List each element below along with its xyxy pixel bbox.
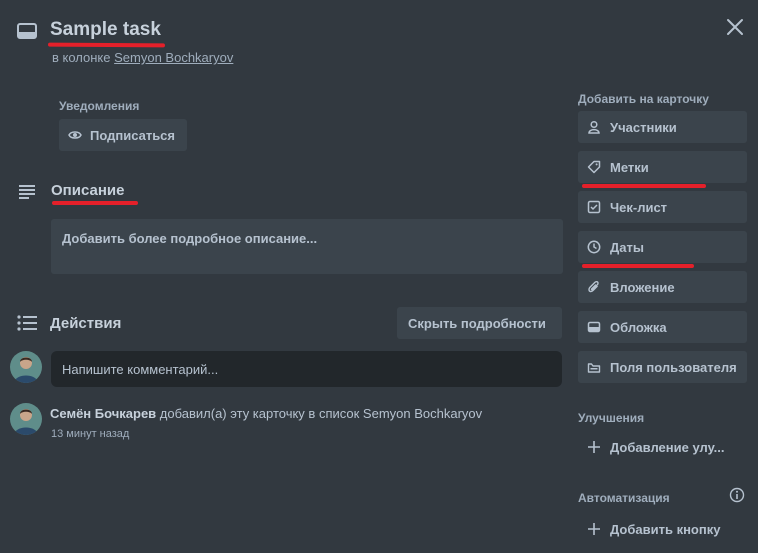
tag-icon	[587, 160, 601, 174]
column-link[interactable]: Semyon Bochkaryov	[114, 50, 233, 65]
add-improvement-button[interactable]: Добавление улу...	[578, 431, 747, 463]
add-button-label: Добавить кнопку	[610, 522, 721, 537]
attachment-label: Вложение	[610, 280, 675, 295]
members-button[interactable]: Участники	[578, 111, 747, 143]
description-annotation-underline	[52, 201, 138, 205]
description-editor[interactable]: Добавить более подробное описание...	[51, 219, 563, 274]
info-icon[interactable]	[729, 487, 745, 503]
close-icon[interactable]	[722, 14, 748, 40]
hide-details-label: Скрыть подробности	[408, 316, 546, 331]
custom-fields-label: Поля пользователя	[610, 360, 737, 375]
eye-icon	[68, 128, 82, 142]
activity-entry: Семён Бочкарев добавил(а) эту карточку в…	[50, 406, 482, 421]
plus-icon	[587, 522, 601, 536]
custom-fields-icon	[587, 360, 601, 374]
add-improvement-label: Добавление улу...	[610, 440, 725, 455]
in-column-prefix: в колонке	[52, 50, 111, 65]
plus-icon	[587, 440, 601, 454]
card-icon	[16, 20, 38, 42]
activity-timestamp[interactable]: 13 минут назад	[51, 428, 129, 440]
description-placeholder: Добавить более подробное описание...	[62, 231, 318, 246]
attachment-button[interactable]: Вложение	[578, 271, 747, 303]
improvements-label: Улучшения	[578, 411, 645, 425]
paperclip-icon	[587, 280, 601, 294]
add-to-card-label: Добавить на карточку	[578, 92, 709, 106]
dates-annotation-underline	[582, 264, 694, 268]
title-annotation-underline	[47, 42, 166, 48]
cover-icon	[587, 320, 601, 334]
custom-fields-button[interactable]: Поля пользователя	[578, 351, 747, 383]
activity-title: Действия	[50, 315, 122, 332]
checkbox-icon	[587, 200, 601, 214]
activity-icon	[16, 314, 38, 332]
subscribe-label: Подписаться	[90, 128, 176, 143]
add-button-button[interactable]: Добавить кнопку	[578, 513, 747, 545]
subscribe-button[interactable]: Подписаться	[59, 119, 187, 151]
description-title: Описание	[51, 182, 125, 199]
activity-author[interactable]: Семён Бочкарев	[50, 406, 156, 421]
cover-button[interactable]: Обложка	[578, 311, 747, 343]
checklist-label: Чек-лист	[610, 200, 668, 215]
members-label: Участники	[610, 120, 677, 135]
person-icon	[587, 120, 601, 134]
dates-label: Даты	[610, 240, 644, 255]
cover-label: Обложка	[610, 320, 667, 335]
labels-label: Метки	[610, 160, 649, 175]
comment-input[interactable]	[51, 351, 562, 387]
avatar[interactable]	[10, 403, 42, 435]
automation-label: Автоматизация	[578, 491, 670, 505]
column-reference: в колонке Semyon Bochkaryov	[52, 50, 233, 65]
notifications-label: Уведомления	[59, 99, 140, 113]
checklist-button[interactable]: Чек-лист	[578, 191, 747, 223]
labels-annotation-underline	[582, 184, 706, 188]
avatar[interactable]	[10, 351, 42, 383]
activity-description: добавил(а) эту карточку в список Semyon …	[159, 406, 483, 421]
description-icon	[16, 182, 38, 200]
labels-button[interactable]: Метки	[578, 151, 747, 183]
hide-details-button[interactable]: Скрыть подробности	[397, 307, 562, 339]
dates-button[interactable]: Даты	[578, 231, 747, 263]
clock-icon	[587, 240, 601, 254]
card-title[interactable]: Sample task	[50, 19, 161, 41]
